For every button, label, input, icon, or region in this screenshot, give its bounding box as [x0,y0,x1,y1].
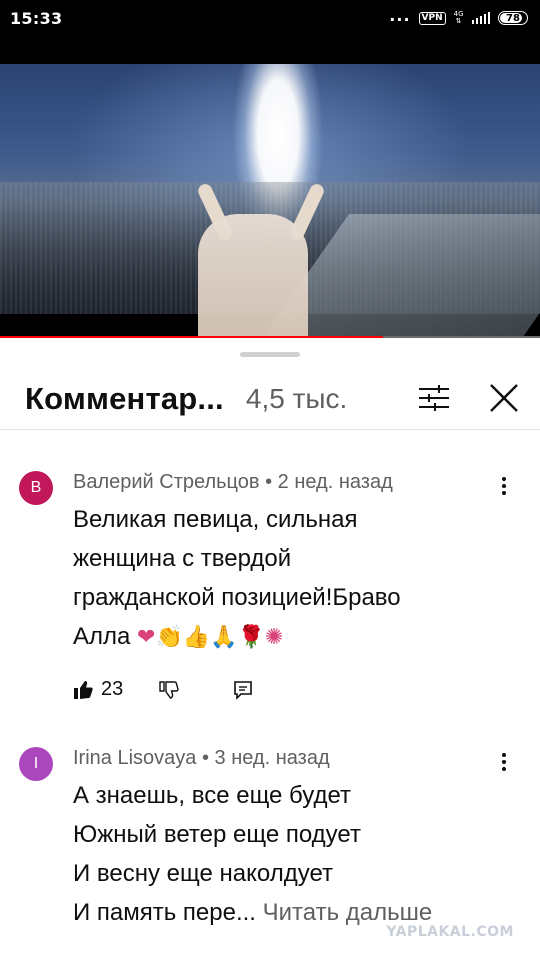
drag-handle[interactable] [240,352,300,357]
comment-line: А знаешь, все еще будет [73,782,352,809]
comment-line: гражданской позицией!Браво [73,584,401,611]
status-icons: ... VPN 4G ⇅ 78 [389,6,528,25]
battery-level: 78 [506,12,520,24]
video-frame [0,64,540,338]
comment-text: А знаешь, все еще будет Южный ветер еще … [73,776,493,932]
comment-line-text: И память пере... [73,899,263,926]
comment-line: Южный ветер еще подует [73,821,361,848]
comment-author-meta[interactable]: Irina Lisovaya • 3 нед. назад [73,747,330,770]
status-time: 15:33 [10,8,63,28]
comment-actions: 23 [73,678,253,701]
vpn-icon: VPN [418,11,446,25]
close-icon[interactable] [486,380,522,416]
comment-line: Великая певица, сильная [73,506,358,533]
watermark: YAPLAKAL.COM [386,924,514,940]
comment-line: И весну еще наколдует [73,860,333,887]
comment-more-icon[interactable] [494,750,514,776]
comments-header: Комментар... 4,5 тыс. [0,368,540,430]
video-singer [198,214,308,338]
comment-author-meta[interactable]: Валерий Стрельцов • 2 нед. назад [73,471,393,494]
comment-line: женщина с твердой [73,545,292,572]
avatar[interactable]: В [19,471,53,505]
reply-icon[interactable] [233,680,253,700]
comment-line: Алла ❤👏👍🙏🌹✺ [73,617,493,657]
more-notifications-icon: ... [389,6,411,25]
filter-sliders-icon[interactable] [417,382,451,414]
comment-more-icon[interactable] [494,474,514,500]
avatar[interactable]: I [19,747,53,781]
comment-line-text: Алла [73,623,138,650]
signal-strength-icon [471,12,490,24]
battery-icon: 78 [498,11,528,25]
like-icon[interactable] [73,680,93,700]
comments-panel: Комментар... 4,5 тыс. В Валерий Стрельцо… [0,340,540,960]
status-bar: 15:33 ... VPN 4G ⇅ 78 [0,0,540,36]
comment-emojis: ❤👏👍🙏🌹✺ [137,625,284,650]
comment-text: Великая певица, сильная женщина с твердо… [73,500,493,657]
video-player[interactable] [0,36,540,338]
like-count: 23 [101,678,124,700]
video-progress-bar[interactable] [0,336,384,338]
comments-title: Комментар... [25,380,224,416]
network-type-icon: 4G ⇅ [453,10,464,25]
read-more-link[interactable]: Читать дальше [263,899,433,926]
dislike-icon[interactable] [159,680,179,700]
comments-count: 4,5 тыс. [245,382,348,414]
